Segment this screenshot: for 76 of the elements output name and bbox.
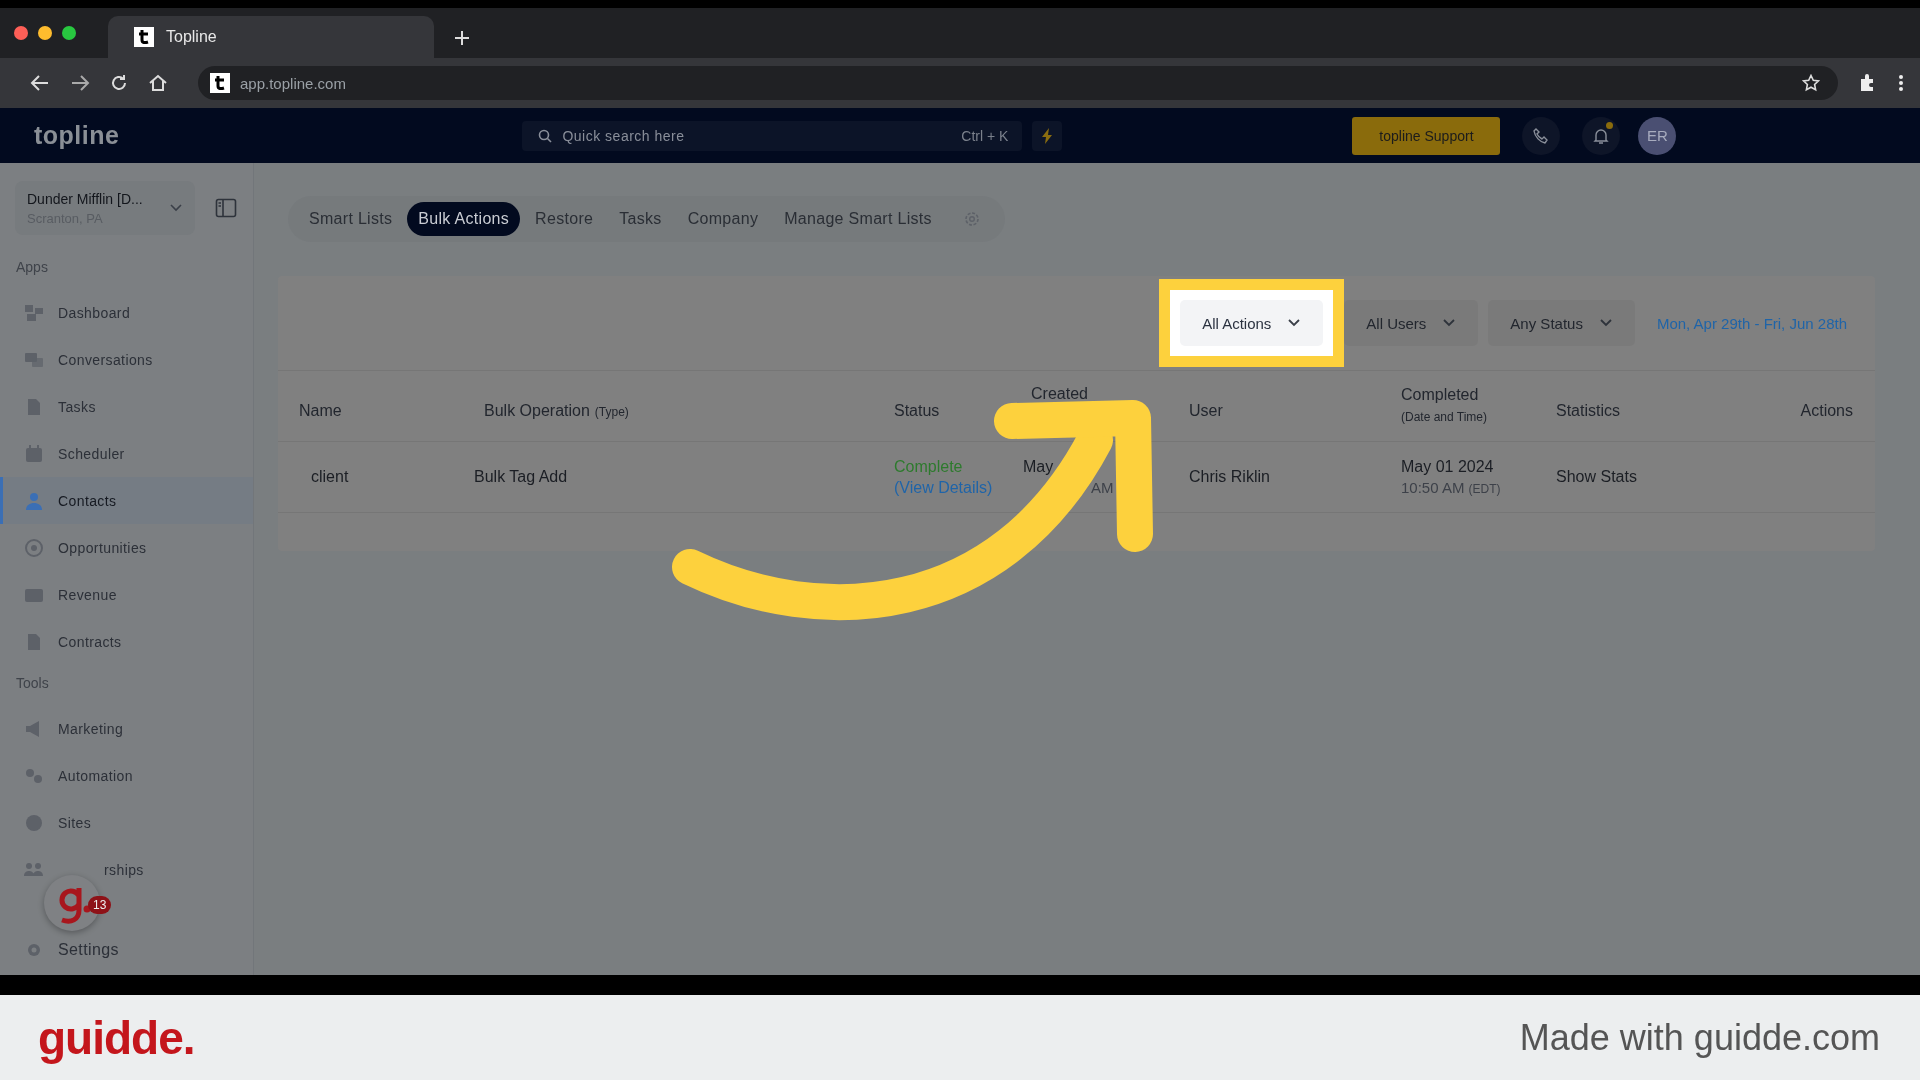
maximize-window-button[interactable] <box>62 26 76 40</box>
lightning-button[interactable] <box>1032 120 1063 151</box>
new-tab-icon[interactable] <box>454 30 470 46</box>
tab[interactable]: Restore <box>524 202 605 236</box>
close-window-button[interactable] <box>14 26 28 40</box>
bookmark-star-icon[interactable] <box>1802 74 1820 92</box>
brand-logo: guidde. <box>38 1010 195 1065</box>
filter-dropdown[interactable]: All Actions <box>1180 300 1324 346</box>
back-icon[interactable] <box>30 74 50 92</box>
person-icon <box>24 491 44 510</box>
tab[interactable]: Bulk Actions <box>407 202 521 236</box>
column-header: Completed (Date and Time) <box>1401 386 1489 424</box>
site-icon <box>134 27 154 47</box>
made-with-text: Made with guidde.com <box>1519 1016 1880 1059</box>
sidebar-item[interactable]: Marketing <box>0 705 253 752</box>
tab[interactable]: Manage Smart Lists <box>773 202 943 236</box>
calendar-icon <box>24 444 44 463</box>
count-badge: 13 <box>88 896 112 914</box>
tab[interactable]: Company <box>676 202 770 236</box>
section-title: Tools <box>15 674 50 693</box>
sidebar-item[interactable]: Revenue <box>0 571 253 618</box>
date-text: May <box>1023 458 1055 476</box>
column-header: Bulk Operation (Type) <box>484 402 630 420</box>
column-header: Status <box>894 402 941 420</box>
section-title: Apps <box>15 258 49 277</box>
chevron-down-icon <box>1287 318 1302 328</box>
user-avatar[interactable]: ER <box>1638 116 1677 155</box>
shortcut-hint: Ctrl + K <box>961 127 1009 144</box>
sidebar-item[interactable]: Dashboard <box>0 289 253 336</box>
column-header: Actions <box>1799 402 1853 420</box>
sidebar-item[interactable]: Tasks <box>0 383 253 430</box>
panel-toggle-icon[interactable] <box>215 198 237 218</box>
sidebar-item[interactable]: Opportunities <box>0 524 253 571</box>
bell-icon <box>1592 126 1611 145</box>
more-icon[interactable] <box>1898 74 1904 92</box>
people-icon <box>24 860 44 879</box>
tab[interactable]: Tasks <box>608 202 673 236</box>
forward-icon[interactable] <box>70 74 90 92</box>
support-button[interactable]: topline Support <box>1352 116 1501 155</box>
sidebar-item[interactable]: Scheduler <box>0 430 253 477</box>
account-name: Dunder Mifflin [D... <box>27 190 144 207</box>
site-icon <box>210 73 230 93</box>
date-text: May 01 2024 <box>1401 458 1495 476</box>
minimize-window-button[interactable] <box>38 26 52 40</box>
tab[interactable]: Smart Lists <box>298 202 404 236</box>
target-icon <box>24 538 44 557</box>
time-text: AM <box>1090 479 1115 496</box>
settings-item[interactable]: Settings <box>0 926 253 973</box>
column-header: User <box>1189 402 1224 420</box>
filter-dropdown[interactable]: Any Status <box>1488 300 1635 346</box>
show-stats-link[interactable]: Show Stats <box>1556 468 1706 486</box>
home-icon[interactable] <box>148 74 168 92</box>
search-icon <box>538 128 553 143</box>
lightning-icon <box>1041 126 1054 145</box>
column-header: Created <box>1031 385 1089 403</box>
sidebar-item[interactable]: Conversations <box>0 336 253 383</box>
browser-tab[interactable]: Topline <box>108 16 434 58</box>
chat-icon <box>24 350 44 369</box>
sidebar-item[interactable]: Contacts <box>0 477 253 524</box>
filter-dropdown[interactable]: All Users <box>1344 300 1479 346</box>
table-cell-text: Bulk Tag Add <box>474 468 569 486</box>
chevron-down-icon <box>169 203 183 213</box>
dashboard-icon <box>24 303 44 322</box>
chevron-down-icon <box>1598 318 1613 328</box>
app-logo[interactable]: topline <box>34 121 120 150</box>
chevron-down-icon <box>1442 318 1457 328</box>
column-header: Name <box>299 402 343 420</box>
sidebar-item[interactable]: Contracts <box>0 618 253 665</box>
column-header: Statistics <box>1556 402 1621 420</box>
time-text: 10:50 AM (EDT) <box>1401 479 1502 496</box>
reload-icon[interactable] <box>110 74 128 92</box>
address-bar[interactable]: app.topline.com <box>198 66 1838 100</box>
sidebar-item[interactable]: rships <box>0 846 253 893</box>
table-cell-text: Chris Riklin <box>1189 468 1271 486</box>
sidebar-item[interactable]: Automation <box>0 752 253 799</box>
sidebar-item[interactable]: Sites <box>0 799 253 846</box>
